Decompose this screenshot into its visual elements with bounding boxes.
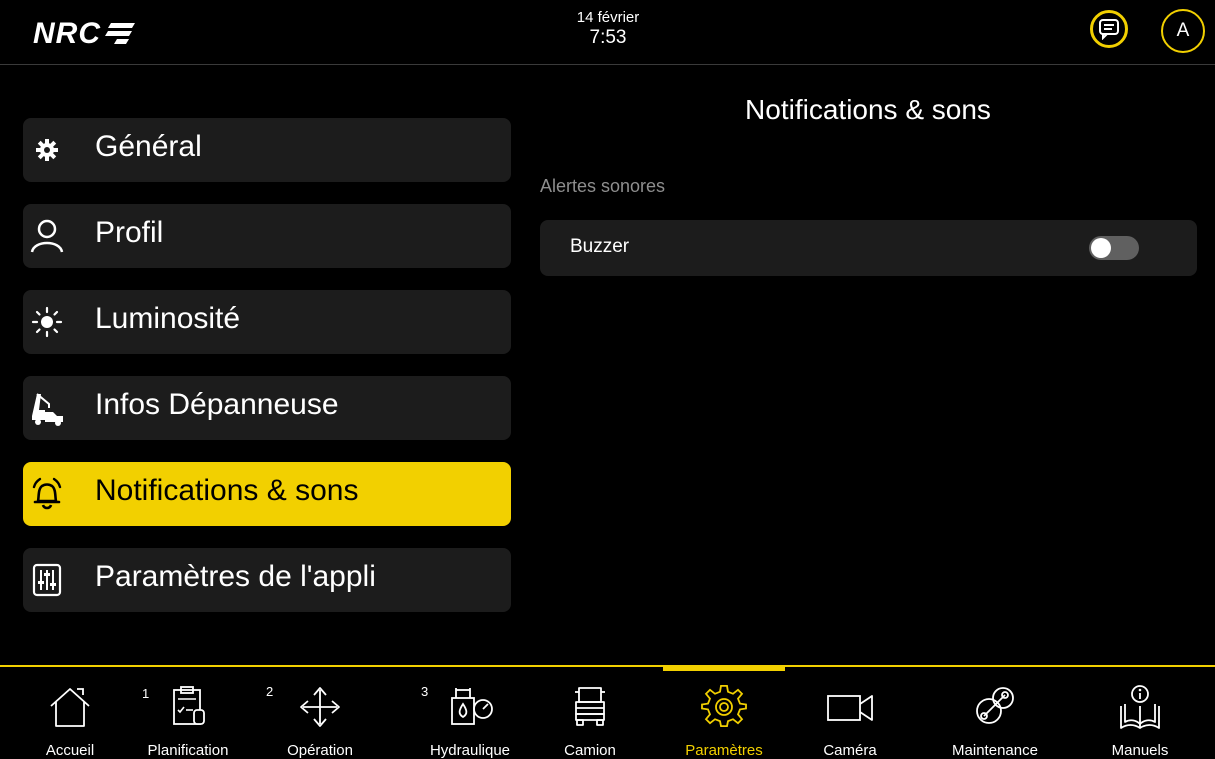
sidebar-item-luminosite[interactable]: Luminosité (23, 290, 511, 354)
logo-mark-icon (105, 23, 135, 44)
nav-item-parametres[interactable]: Paramètres (663, 670, 785, 759)
avatar-initial: A (1176, 20, 1190, 41)
sidebar-item-label: Général (95, 130, 202, 163)
video-camera-icon (827, 695, 873, 721)
sidebar-item-profil[interactable]: Profil (23, 204, 511, 268)
nav-label: Opération (287, 742, 353, 759)
sidebar-item-parametres-appli[interactable]: Paramètres de l'appli (23, 548, 511, 612)
book-info-icon (1120, 685, 1160, 729)
setting-label: Buzzer (570, 236, 630, 257)
move-arrows-icon (300, 687, 340, 727)
sidebar-item-general[interactable]: Général (23, 118, 511, 182)
nav-label: Planification (147, 742, 229, 759)
setting-row-buzzer: Buzzer (540, 220, 1197, 276)
messages-button[interactable] (1090, 10, 1128, 48)
sidebar-item-label: Paramètres de l'appli (95, 560, 376, 593)
nav-label: Accueil (45, 742, 95, 759)
clipboard-icon (173, 686, 205, 725)
logo-text: NRC (33, 17, 101, 50)
nav-badge: 2 (266, 684, 274, 699)
time-text: 7:53 (589, 27, 627, 48)
sidebar-item-notifications[interactable]: Notifications & sons (23, 462, 511, 526)
home-icon (50, 688, 90, 727)
nav-label: Maintenance (952, 742, 1038, 759)
sidebar-item-infos-depanneuse[interactable]: Infos Dépanneuse (23, 376, 511, 440)
logo: NRC (33, 17, 135, 51)
buzzer-toggle[interactable] (1089, 236, 1139, 260)
truck-icon (575, 687, 605, 726)
nav-label: Manuels (1111, 742, 1169, 759)
nav-badge: 3 (421, 684, 429, 699)
avatar[interactable]: A (1161, 9, 1205, 53)
nav-label: Paramètres (685, 742, 763, 759)
nav-item-manuels[interactable]: Manuels (1100, 670, 1180, 759)
settings-gear-icon (701, 685, 747, 727)
top-bar: NRC 14 février 7:53 A (0, 0, 1215, 65)
nav-item-camion[interactable]: Camion (545, 670, 635, 759)
chat-icon (1099, 19, 1119, 40)
sun-icon (29, 304, 65, 340)
sidebar-item-label: Profil (95, 216, 164, 249)
sidebar-item-label: Infos Dépanneuse (95, 388, 339, 421)
wrench-gears-icon (976, 687, 1014, 724)
nav-item-hydraulique[interactable]: 3 Hydraulique (415, 670, 525, 759)
gear-icon (29, 132, 65, 168)
nav-item-planification[interactable]: 1 Planification (138, 670, 238, 759)
nav-badge: 1 (142, 686, 150, 701)
sidebar-item-label: Luminosité (95, 302, 241, 335)
bell-icon (29, 476, 65, 512)
nav-label: Hydraulique (429, 742, 511, 759)
date-time: 14 février 7:53 (540, 8, 676, 48)
date-text: 14 février (576, 9, 640, 26)
sidebar-item-label: Notifications & sons (95, 474, 359, 507)
person-icon (29, 218, 65, 254)
hydraulic-gauge-icon (451, 688, 493, 725)
nav-item-maintenance[interactable]: Maintenance (940, 670, 1050, 759)
nav-label: Caméra (823, 742, 877, 759)
section-label: Alertes sonores (540, 176, 666, 196)
sliders-icon (29, 562, 65, 598)
tow-truck-icon (29, 390, 65, 426)
nav-item-accueil[interactable]: Accueil (20, 670, 120, 759)
nav-label: Camion (564, 742, 616, 759)
nav-item-operation[interactable]: 2 Opération (266, 670, 370, 759)
nav-item-camera[interactable]: Caméra (810, 670, 890, 759)
toggle-knob (1091, 238, 1111, 258)
page-title: Notifications & sons (745, 94, 991, 125)
